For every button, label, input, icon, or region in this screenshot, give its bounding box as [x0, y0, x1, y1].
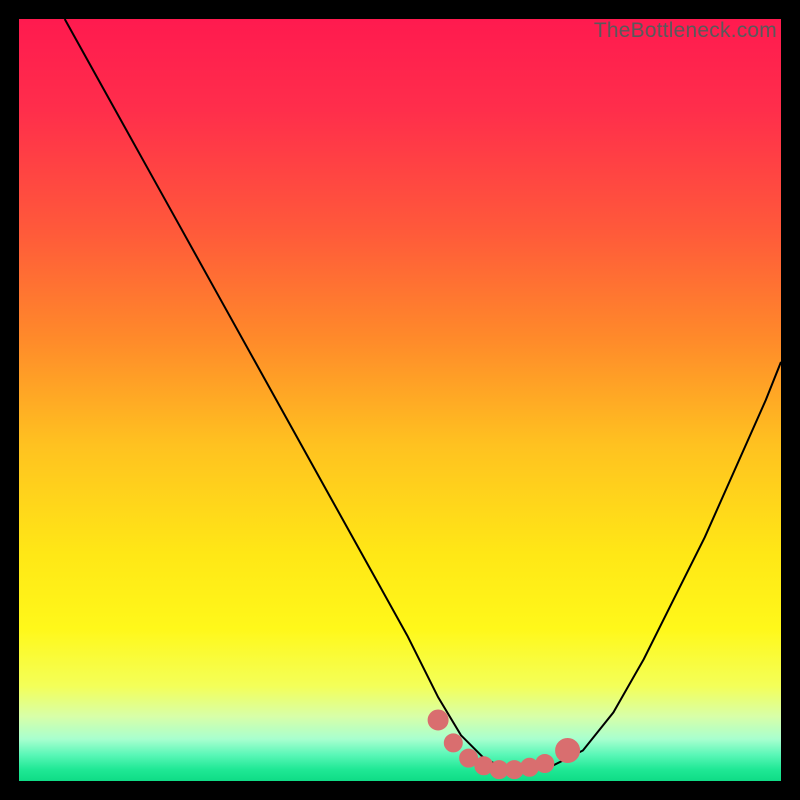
gradient-background — [19, 19, 781, 781]
marker-point — [556, 739, 580, 763]
chart-frame: TheBottleneck.com — [19, 19, 781, 781]
marker-point — [428, 710, 448, 730]
bottleneck-chart — [19, 19, 781, 781]
marker-point — [444, 734, 462, 752]
marker-point — [536, 755, 554, 773]
watermark-text: TheBottleneck.com — [594, 19, 777, 43]
